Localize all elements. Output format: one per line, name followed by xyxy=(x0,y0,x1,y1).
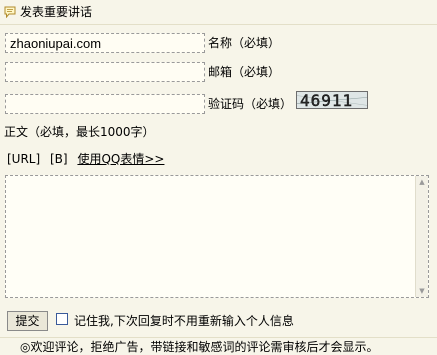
textarea-scrollbar[interactable]: ▲ ▼ xyxy=(415,176,428,297)
footer-divider xyxy=(0,337,437,338)
captcha-input[interactable] xyxy=(5,94,205,114)
comment-icon xyxy=(4,6,17,19)
remember-me-label: 记住我,下次回复时不用重新输入个人信息 xyxy=(74,314,294,328)
email-label: 邮箱（必填） xyxy=(208,65,281,79)
email-input[interactable] xyxy=(5,62,205,82)
captcha-image[interactable]: 46911 xyxy=(296,91,368,109)
url-button[interactable]: [URL] xyxy=(7,152,40,166)
page-title: 发表重要讲话 xyxy=(20,5,93,19)
qq-emoji-link[interactable]: 使用QQ表情>> xyxy=(77,152,164,166)
captcha-text: 46911 xyxy=(300,91,354,109)
name-input[interactable] xyxy=(5,33,205,53)
footer-notice: ◎欢迎评论，拒绝广告，带链接和敏感词的评论需审核后才会显示。 xyxy=(20,340,379,354)
formatting-toolbar: [URL] [B] 使用QQ表情>> xyxy=(7,151,164,167)
captcha-label: 验证码（必填） xyxy=(208,97,293,111)
remember-me-checkbox[interactable] xyxy=(56,313,68,325)
comment-body-textarea[interactable]: ▲ ▼ xyxy=(5,175,429,298)
body-label: 正文（必填，最长1000字） xyxy=(4,125,155,139)
name-label: 名称（必填） xyxy=(208,36,281,50)
scroll-up-arrow-icon[interactable]: ▲ xyxy=(416,176,428,188)
bold-button[interactable]: [B] xyxy=(50,152,68,166)
comment-form-header: 发表重要讲话 xyxy=(0,0,437,25)
scroll-down-arrow-icon[interactable]: ▼ xyxy=(416,285,428,297)
submit-button[interactable]: 提交 xyxy=(7,311,48,331)
